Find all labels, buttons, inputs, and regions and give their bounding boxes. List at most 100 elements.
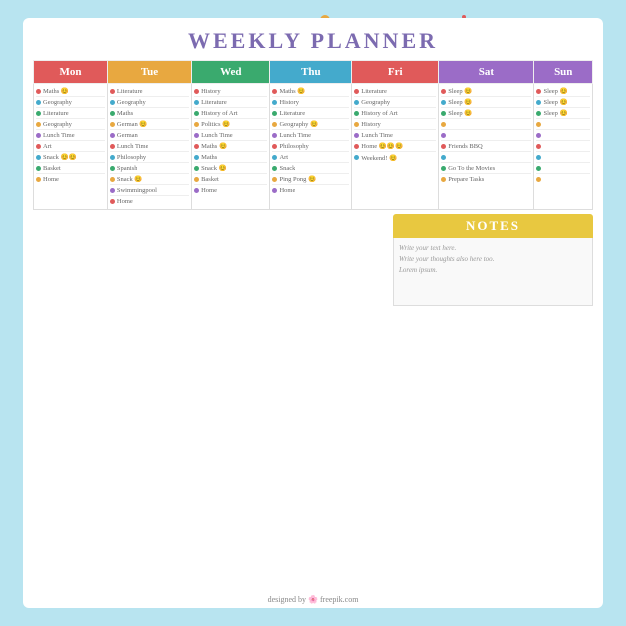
item-text: Snack 😊 bbox=[117, 175, 143, 183]
list-item: History bbox=[194, 86, 267, 97]
list-item: Literature bbox=[36, 108, 105, 119]
item-dot bbox=[36, 100, 41, 105]
item-dot bbox=[36, 155, 41, 160]
list-item bbox=[536, 130, 590, 141]
list-item: Philosophy bbox=[272, 141, 349, 152]
item-text: Home bbox=[279, 187, 295, 194]
item-text: Basket bbox=[43, 165, 61, 172]
item-dot bbox=[536, 100, 541, 105]
list-item: Lunch Time bbox=[36, 130, 105, 141]
item-text: Literature bbox=[201, 99, 227, 106]
item-text: Sleep 😊 bbox=[543, 109, 567, 117]
item-dot bbox=[536, 177, 541, 182]
item-dot bbox=[194, 144, 199, 149]
day-header-sun: Sun bbox=[534, 61, 593, 84]
item-dot bbox=[194, 155, 199, 160]
item-dot bbox=[441, 133, 446, 138]
list-item: History of Art bbox=[194, 108, 267, 119]
list-item: Prepare Tasks bbox=[441, 174, 531, 185]
item-text: Go To the Movies bbox=[448, 165, 495, 172]
day-cell-sun: Sleep 😊Sleep 😊Sleep 😊 bbox=[534, 84, 593, 210]
day-cell-wed: HistoryLiteratureHistory of ArtPolitics … bbox=[192, 84, 270, 210]
list-item: Lunch Time bbox=[194, 130, 267, 141]
item-text: German bbox=[117, 132, 138, 139]
item-dot bbox=[272, 122, 277, 127]
item-dot bbox=[272, 144, 277, 149]
list-item: Lunch Time bbox=[110, 141, 189, 152]
list-item: Literature bbox=[272, 108, 349, 119]
list-item: Sleep 😊 bbox=[536, 108, 590, 119]
item-text: Sleep 😊 bbox=[543, 87, 567, 95]
item-dot bbox=[536, 133, 541, 138]
day-header-fri: Fri bbox=[352, 61, 439, 84]
list-item: Sleep 😊 bbox=[536, 97, 590, 108]
item-text: Sleep 😊 bbox=[448, 87, 472, 95]
item-dot bbox=[272, 111, 277, 116]
item-dot bbox=[354, 122, 359, 127]
item-text: Home bbox=[43, 176, 59, 183]
item-dot bbox=[272, 133, 277, 138]
list-item: Lunch Time bbox=[354, 130, 436, 141]
item-dot bbox=[194, 100, 199, 105]
list-item: Geography bbox=[36, 119, 105, 130]
day-cell-sat: Sleep 😊 Sleep 😊 Sleep 😊 Friends BBQ Go To th… bbox=[439, 84, 534, 210]
item-text: History bbox=[201, 88, 221, 95]
item-dot bbox=[354, 89, 359, 94]
item-text: Art bbox=[279, 154, 288, 161]
item-dot bbox=[110, 133, 115, 138]
item-text: German 😊 bbox=[117, 120, 148, 128]
item-dot bbox=[36, 166, 41, 171]
item-text: Lunch Time bbox=[43, 132, 75, 139]
item-text: History of Art bbox=[361, 110, 397, 117]
list-item: Home bbox=[272, 185, 349, 196]
list-item: Geography 😊 bbox=[272, 119, 349, 130]
item-dot bbox=[110, 89, 115, 94]
page-title: WEEKLY PLANNER bbox=[33, 28, 593, 54]
list-item: Home bbox=[110, 196, 189, 207]
item-dot bbox=[441, 177, 446, 182]
list-item: Basket bbox=[36, 163, 105, 174]
item-text: Spanish bbox=[117, 165, 138, 172]
item-dot bbox=[536, 111, 541, 116]
watermark: designed by 🌸 freepik.com bbox=[268, 595, 359, 604]
list-item: Go To the Movies bbox=[441, 163, 531, 174]
item-text: Friends BBQ bbox=[448, 143, 483, 150]
notes-body: Write your text here.Write your thoughts… bbox=[393, 238, 593, 306]
item-text: Geography 😊 bbox=[279, 120, 318, 128]
planner-table: MonTueWedThuFriSatSun Maths 😊GeographyLi… bbox=[33, 60, 593, 210]
item-text: Philosophy bbox=[117, 154, 146, 161]
list-item: Snack 😊 bbox=[110, 174, 189, 185]
notes-box: NOTES Write your text here.Write your th… bbox=[393, 214, 593, 304]
list-item: Sleep 😊 bbox=[441, 108, 531, 119]
list-item: Art bbox=[36, 141, 105, 152]
list-item: Swimmingpool bbox=[110, 185, 189, 196]
item-text: Geography bbox=[43, 121, 72, 128]
list-item: Sleep 😊 bbox=[441, 86, 531, 97]
list-item: History bbox=[354, 119, 436, 130]
list-item: Snack 😊😊 bbox=[36, 152, 105, 163]
item-dot bbox=[110, 144, 115, 149]
item-text: Maths 😊 bbox=[279, 87, 305, 95]
day-header-mon: Mon bbox=[34, 61, 108, 84]
list-item: Spanish bbox=[110, 163, 189, 174]
item-text: Lunch Time bbox=[361, 132, 393, 139]
item-text: Prepare Tasks bbox=[448, 176, 484, 183]
item-dot bbox=[194, 133, 199, 138]
item-dot bbox=[36, 144, 41, 149]
list-item: Home 😊😊😊 bbox=[354, 141, 436, 152]
item-text: Sleep 😊 bbox=[448, 98, 472, 106]
day-header-wed: Wed bbox=[192, 61, 270, 84]
day-cell-mon: Maths 😊GeographyLiteratureGeographyLunch… bbox=[34, 84, 108, 210]
item-text: Art bbox=[43, 143, 52, 150]
list-item bbox=[441, 130, 531, 141]
bottom-section: NOTES Write your text here.Write your th… bbox=[33, 214, 593, 304]
item-dot bbox=[441, 122, 446, 127]
list-item: Literature bbox=[194, 97, 267, 108]
list-item: Ping Pong 😊 bbox=[272, 174, 349, 185]
item-text: Literature bbox=[117, 88, 143, 95]
item-dot bbox=[354, 100, 359, 105]
notes-header: NOTES bbox=[393, 214, 593, 238]
item-text: Maths 😊 bbox=[201, 142, 227, 150]
item-text: Geography bbox=[43, 99, 72, 106]
notes-line: Write your text here. bbox=[399, 243, 587, 254]
